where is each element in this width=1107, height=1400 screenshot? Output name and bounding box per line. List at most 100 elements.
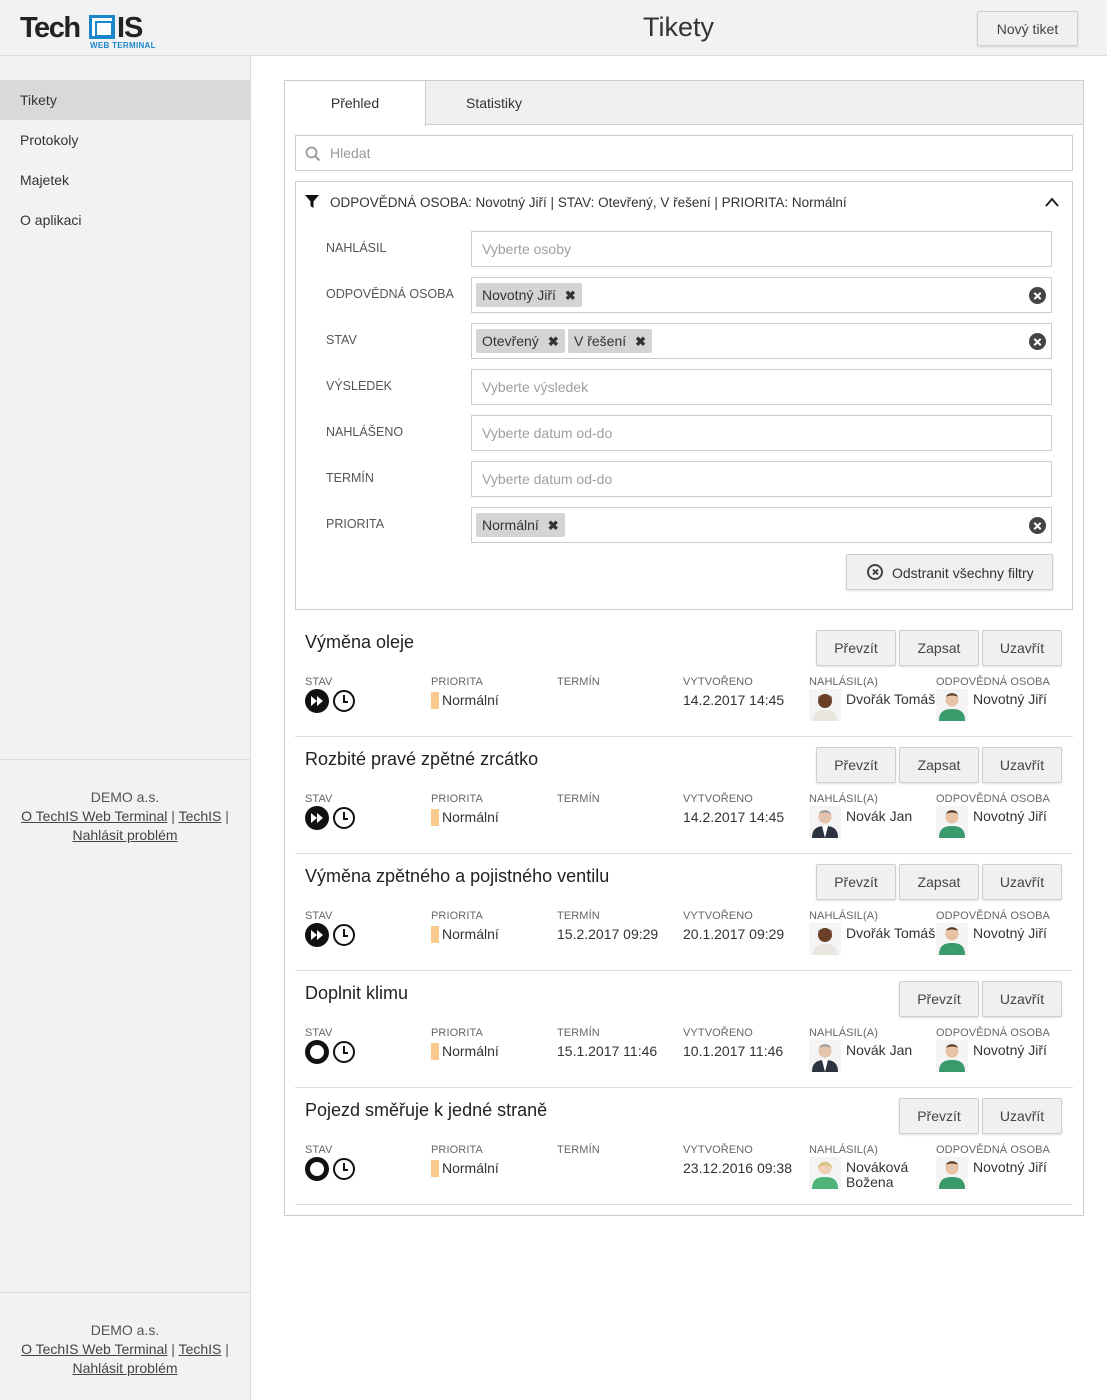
footer-link-techis[interactable]: TechIS — [179, 1341, 222, 1357]
new-ticket-button[interactable]: Nový tiket — [977, 11, 1078, 46]
ticket-row[interactable]: Pojezd směřuje k jedné straně Převzít Uz… — [295, 1088, 1073, 1205]
tab-prehled[interactable]: Přehled — [285, 81, 426, 126]
clock-icon — [333, 924, 355, 946]
col-header-nahlasil: NAHLÁSIL(A) — [809, 1144, 878, 1156]
filter-field-stav[interactable]: Otevřený ✖ V řešení ✖ — [471, 323, 1052, 359]
log-button[interactable]: Zapsat — [899, 864, 979, 900]
filter-label-stav: STAV — [326, 333, 357, 347]
chevron-up-icon[interactable] — [1044, 196, 1060, 208]
ticket-row[interactable]: Výměna oleje Převzít Zapsat Uzavřít STAV… — [295, 620, 1073, 737]
filter-field-nahlaseno[interactable]: Vyberte datum od-do — [471, 415, 1052, 451]
sidebar-item-protokoly[interactable]: Protokoly — [0, 120, 250, 160]
search-input[interactable] — [330, 136, 1060, 170]
chip-remove-icon[interactable]: ✖ — [548, 514, 559, 538]
chip-remove-icon[interactable]: ✖ — [565, 284, 576, 308]
avatar — [809, 1040, 841, 1072]
filter-placeholder: Vyberte datum od-do — [482, 471, 613, 487]
filter-icon — [305, 195, 319, 208]
sidebar-item-o-aplikaci[interactable]: O aplikaci — [0, 200, 250, 240]
col-header-vytvoreno: VYTVOŘENO — [683, 1144, 753, 1156]
priority-indicator — [431, 1160, 439, 1177]
ticket-title[interactable]: Rozbité pravé zpětné zrcátko — [305, 749, 538, 770]
footer-link-report[interactable]: Nahlásit problém — [72, 827, 177, 843]
status-in-progress-icon — [305, 923, 329, 947]
ticket-priority: Normální — [442, 1043, 499, 1059]
col-header-stav: STAV — [305, 910, 333, 922]
take-over-button[interactable]: Převzít — [899, 981, 979, 1017]
sidebar-item-tikety[interactable]: Tikety — [0, 80, 250, 120]
col-header-termin: TERMÍN — [557, 910, 600, 922]
clear-field-icon[interactable] — [1029, 517, 1046, 534]
take-over-button[interactable]: Převzít — [816, 630, 896, 666]
clear-field-icon[interactable] — [1029, 333, 1046, 350]
footer-link-techis[interactable]: TechIS — [179, 808, 222, 824]
chip-remove-icon[interactable]: ✖ — [635, 330, 646, 354]
ticket-title[interactable]: Doplnit klimu — [305, 983, 408, 1004]
filter-chip: Otevřený ✖ — [476, 329, 565, 353]
ticket-reporter: Nováková Božena — [846, 1159, 909, 1190]
ticket-created: 20.1.2017 09:29 — [683, 926, 785, 942]
ticket-title[interactable]: Výměna zpětného a pojistného ventilu — [305, 866, 609, 887]
close-ticket-button[interactable]: Uzavřít — [982, 630, 1062, 666]
filter-field-vysledek[interactable]: Vyberte výsledek — [471, 369, 1052, 405]
ticket-row[interactable]: Výměna zpětného a pojistného ventilu Pře… — [295, 854, 1073, 971]
sidebar-item-majetek[interactable]: Majetek — [0, 160, 250, 200]
ticket-deadline: 15.1.2017 11:46 — [557, 1043, 658, 1059]
footer-link-about[interactable]: O TechIS Web Terminal — [21, 808, 167, 824]
tab-statistiky[interactable]: Statistiky — [426, 81, 562, 125]
col-header-stav: STAV — [305, 1027, 333, 1039]
ticket-reporter: Novák Jan — [846, 808, 913, 824]
avatar — [936, 689, 968, 721]
status-in-progress-icon — [305, 806, 329, 830]
ticket-created: 14.2.2017 14:45 — [683, 692, 785, 708]
col-header-priorita: PRIORITA — [431, 1027, 483, 1039]
chip-remove-icon[interactable]: ✖ — [548, 330, 559, 354]
filter-field-nahlasil[interactable]: Vyberte osoby — [471, 231, 1052, 267]
col-header-odpovedna: ODPOVĚDNÁ OSOBA — [936, 1144, 1050, 1156]
close-ticket-button[interactable]: Uzavřít — [982, 981, 1062, 1017]
footer-link-about[interactable]: O TechIS Web Terminal — [21, 1341, 167, 1357]
clear-field-icon[interactable] — [1029, 287, 1046, 304]
ticket-priority: Normální — [442, 926, 499, 942]
remove-all-filters-button[interactable]: Odstranit všechny filtry — [846, 554, 1053, 590]
col-header-termin: TERMÍN — [557, 1027, 600, 1039]
clock-icon — [333, 807, 355, 829]
remove-all-filters-label: Odstranit všechny filtry — [892, 565, 1034, 581]
avatar — [936, 806, 968, 838]
logo-mark-icon — [89, 15, 115, 39]
filter-field-termin[interactable]: Vyberte datum od-do — [471, 461, 1052, 497]
filter-field-priorita[interactable]: Normální ✖ — [471, 507, 1052, 543]
close-ticket-button[interactable]: Uzavřít — [982, 747, 1062, 783]
close-ticket-button[interactable]: Uzavřít — [982, 864, 1062, 900]
log-button[interactable]: Zapsat — [899, 630, 979, 666]
clock-icon — [333, 1158, 355, 1180]
col-header-vytvoreno: VYTVOŘENO — [683, 793, 753, 805]
col-header-priorita: PRIORITA — [431, 1144, 483, 1156]
filter-field-odpovedna[interactable]: Novotný Jiří ✖ — [471, 277, 1052, 313]
priority-indicator — [431, 1043, 439, 1060]
take-over-button[interactable]: Převzít — [816, 864, 896, 900]
avatar — [809, 1157, 841, 1189]
filter-label-odpovedna: ODPOVĚDNÁ OSOBA — [326, 287, 454, 301]
logo-is-text: IS — [117, 12, 143, 44]
filter-placeholder: Vyberte datum od-do — [482, 425, 613, 441]
techis-logo[interactable]: Tech IS WEB TERMINAL — [20, 12, 156, 52]
sidebar-footer-bottom: DEMO a.s. O TechIS Web Terminal | TechIS… — [0, 1292, 250, 1378]
close-ticket-button[interactable]: Uzavřít — [982, 1098, 1062, 1134]
ticket-title[interactable]: Výměna oleje — [305, 632, 414, 653]
col-header-odpovedna: ODPOVĚDNÁ OSOBA — [936, 676, 1050, 688]
log-button[interactable]: Zapsat — [899, 747, 979, 783]
ticket-title[interactable]: Pojezd směřuje k jedné straně — [305, 1100, 547, 1121]
filter-chip: Novotný Jiří ✖ — [476, 283, 582, 307]
take-over-button[interactable]: Převzít — [816, 747, 896, 783]
ticket-priority: Normální — [442, 692, 499, 708]
take-over-button[interactable]: Převzít — [899, 1098, 979, 1134]
col-header-termin: TERMÍN — [557, 793, 600, 805]
footer-company: DEMO a.s. — [90, 1322, 160, 1338]
ticket-row[interactable]: Doplnit klimu Převzít Uzavřít STAV PRIOR… — [295, 971, 1073, 1088]
ticket-responsible: Novotný Jiří — [973, 1042, 1047, 1058]
col-header-termin: TERMÍN — [557, 1144, 600, 1156]
col-header-priorita: PRIORITA — [431, 676, 483, 688]
footer-link-report[interactable]: Nahlásit problém — [72, 1360, 177, 1376]
ticket-row[interactable]: Rozbité pravé zpětné zrcátko Převzít Zap… — [295, 737, 1073, 854]
